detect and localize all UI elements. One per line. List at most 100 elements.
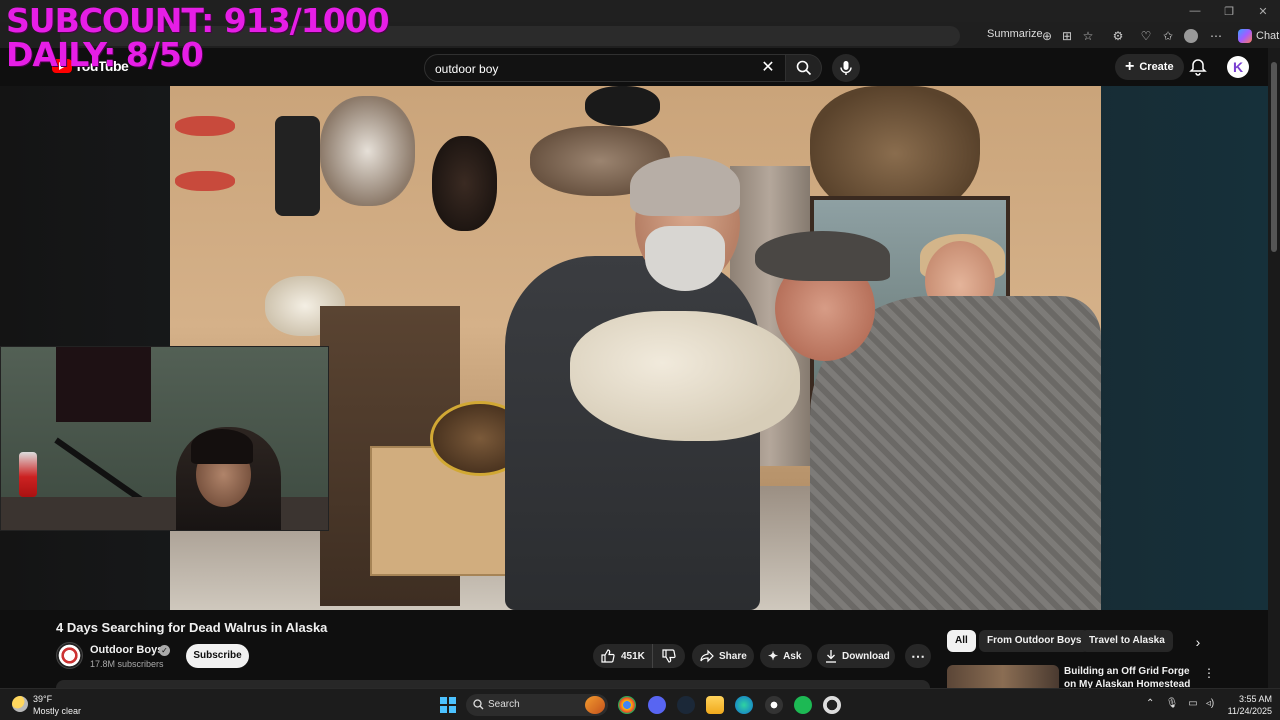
clock-time[interactable]: 3:55 AM bbox=[1232, 694, 1272, 704]
share-button[interactable]: Share bbox=[692, 644, 754, 668]
recommendation-title[interactable]: Building an Off Grid Forge on My Alaskan… bbox=[1064, 665, 1199, 688]
browser-essentials-icon[interactable]: ♡ bbox=[1138, 28, 1154, 44]
weather-description[interactable]: Mostly clear bbox=[33, 706, 81, 716]
subscribe-button[interactable]: Subscribe bbox=[186, 644, 249, 668]
ask-label: Ask bbox=[783, 650, 802, 662]
windows-start-icon[interactable] bbox=[440, 697, 456, 713]
ask-button[interactable]: ✦ Ask bbox=[760, 644, 812, 668]
copilot-chat-button[interactable]: Chat bbox=[1232, 26, 1280, 46]
taskbar-search-label: Search bbox=[488, 699, 520, 710]
search-highlight-icon bbox=[585, 696, 605, 714]
channel-name[interactable]: Outdoor Boys bbox=[90, 644, 163, 656]
close-window-button[interactable]: ✕ bbox=[1246, 0, 1280, 22]
subscriber-count: 17.8M subscribers bbox=[90, 659, 164, 669]
download-label: Download bbox=[842, 650, 890, 662]
search-input[interactable] bbox=[435, 60, 755, 78]
translate-icon[interactable]: ⊕ bbox=[1039, 28, 1055, 44]
extensions-icon[interactable]: ⚙ bbox=[1110, 28, 1126, 44]
clock-date[interactable]: 11/24/2025 bbox=[1222, 706, 1272, 716]
scene-man-right-cap bbox=[755, 231, 890, 281]
chip-all[interactable]: All bbox=[947, 630, 976, 652]
search-button[interactable] bbox=[786, 54, 822, 82]
channel-avatar[interactable] bbox=[56, 642, 83, 669]
create-label: Create bbox=[1139, 61, 1174, 73]
like-button[interactable]: 451K bbox=[593, 644, 653, 668]
network-icon[interactable]: ▭ bbox=[1186, 697, 1200, 711]
voice-search-button[interactable] bbox=[832, 54, 860, 82]
search-icon bbox=[473, 699, 484, 710]
microphone-icon bbox=[840, 61, 852, 75]
taskbar: 39°F Mostly clear Search ⌃ 🎙 ▭ ◃) 3:55 A… bbox=[0, 688, 1280, 720]
notifications-button[interactable] bbox=[1188, 57, 1208, 77]
bell-icon bbox=[1189, 59, 1207, 76]
thumbs-up-icon bbox=[601, 649, 615, 663]
more-horizontal-icon: ⋯ bbox=[911, 647, 925, 664]
video-title: 4 Days Searching for Dead Walrus in Alas… bbox=[56, 620, 328, 635]
discord-icon[interactable] bbox=[648, 696, 666, 714]
daily-text: DAILY: 8/50 bbox=[6, 35, 204, 74]
minimize-button[interactable]: — bbox=[1178, 0, 1212, 22]
more-options-icon[interactable]: ⋯ bbox=[1208, 28, 1224, 44]
download-icon bbox=[826, 650, 836, 663]
share-label: Share bbox=[719, 650, 747, 662]
scrollbar-thumb[interactable] bbox=[1271, 62, 1277, 252]
scene-fish-mount bbox=[175, 171, 235, 191]
maximize-button[interactable]: ❐ bbox=[1212, 0, 1246, 22]
webcam-streamer-hair bbox=[191, 429, 253, 464]
webcam-curtain bbox=[56, 347, 151, 422]
favorites-icon[interactable]: ✩ bbox=[1160, 28, 1176, 44]
webcam-overlay bbox=[0, 346, 329, 531]
scene-man-left-beard bbox=[645, 226, 725, 291]
obs-icon[interactable] bbox=[765, 696, 783, 714]
summarize-button[interactable]: Summarize bbox=[987, 28, 1043, 40]
verified-check-icon: ✓ bbox=[159, 645, 170, 656]
copilot-icon bbox=[1238, 29, 1252, 43]
profile-avatar[interactable] bbox=[1184, 29, 1198, 43]
clear-search-icon[interactable]: ✕ bbox=[759, 59, 777, 77]
scene-dark-mount bbox=[585, 86, 660, 126]
chrome-icon[interactable] bbox=[618, 696, 636, 714]
share-icon bbox=[700, 649, 714, 663]
file-explorer-icon[interactable] bbox=[706, 696, 724, 714]
reading-view-icon[interactable]: ⊞ bbox=[1059, 28, 1075, 44]
more-vertical-icon[interactable]: ⋮ bbox=[1203, 666, 1215, 680]
scene-man-left-hair bbox=[630, 156, 740, 216]
page-scrollbar[interactable] bbox=[1268, 48, 1280, 688]
more-actions-button[interactable]: ⋯ bbox=[905, 644, 931, 668]
create-button[interactable]: + Create bbox=[1115, 54, 1184, 80]
scene-sign bbox=[275, 116, 320, 216]
webcam-bottle bbox=[19, 452, 37, 497]
chevron-right-icon[interactable]: › bbox=[1188, 632, 1208, 652]
video-player[interactable] bbox=[0, 86, 1268, 610]
scene-fish-mount bbox=[175, 116, 235, 136]
account-avatar[interactable]: K bbox=[1227, 56, 1249, 78]
scene-walrus-skull bbox=[570, 311, 800, 441]
chat-label: Chat bbox=[1256, 30, 1280, 42]
scene-bison-mount bbox=[432, 136, 497, 231]
chip-travel-alaska[interactable]: Travel to Alaska bbox=[1081, 630, 1173, 652]
app-icon[interactable] bbox=[823, 696, 841, 714]
like-dislike-group: 451K bbox=[593, 644, 685, 668]
dislike-button[interactable] bbox=[653, 644, 685, 668]
chip-from-channel[interactable]: From Outdoor Boys bbox=[979, 630, 1090, 652]
weather-icon[interactable] bbox=[12, 696, 28, 712]
edge-icon[interactable] bbox=[735, 696, 753, 714]
spotify-icon[interactable] bbox=[794, 696, 812, 714]
steam-icon[interactable] bbox=[677, 696, 695, 714]
window-controls: — ❐ ✕ bbox=[1178, 0, 1280, 22]
search-box: ✕ bbox=[424, 54, 786, 82]
favorite-star-icon[interactable]: ☆ bbox=[1080, 28, 1096, 44]
download-button[interactable]: Download bbox=[817, 644, 895, 668]
weather-temperature[interactable]: 39°F bbox=[33, 694, 52, 704]
search-icon bbox=[796, 60, 811, 76]
stream-overlay: SUBCOUNT: 913/1000 DAILY: 8/50 bbox=[6, 1, 390, 74]
description-box[interactable] bbox=[56, 680, 930, 688]
microphone-tray-icon[interactable]: 🎙 bbox=[1165, 697, 1179, 711]
tray-chevron-icon[interactable]: ⌃ bbox=[1146, 698, 1154, 709]
sparkle-icon: ✦ bbox=[768, 649, 779, 663]
subcount-text: SUBCOUNT: 913/1000 bbox=[6, 1, 390, 40]
thumbs-down-icon bbox=[662, 649, 676, 663]
volume-icon[interactable]: ◃) bbox=[1203, 697, 1217, 711]
recommendation-thumbnail[interactable] bbox=[947, 665, 1059, 688]
scene-caribou-mount bbox=[320, 96, 415, 206]
